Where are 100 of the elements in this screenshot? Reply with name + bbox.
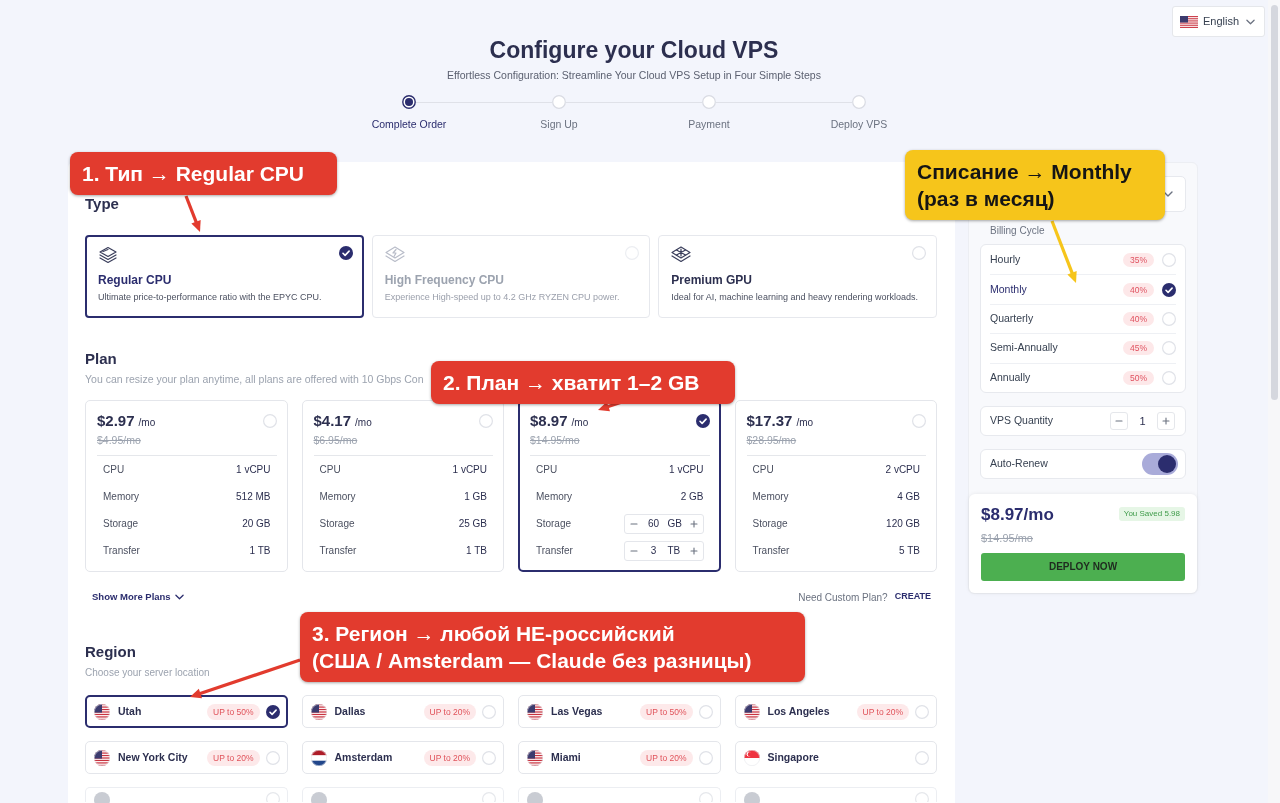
radio-icon[interactable] bbox=[698, 750, 713, 765]
check-icon[interactable] bbox=[695, 414, 710, 428]
spec-label: CPU bbox=[103, 463, 125, 477]
radio-icon[interactable] bbox=[1162, 311, 1176, 326]
spec-value: 25 GB bbox=[458, 517, 487, 531]
type-option-card[interactable]: Premium GPU Ideal for AI, machine learning and heavy rendering workloads. bbox=[658, 235, 937, 318]
spec-value: 2 vCPU bbox=[885, 463, 920, 477]
price-period: /mo bbox=[571, 416, 589, 430]
region-card[interactable]: Miami UP to 20% bbox=[518, 741, 721, 774]
chevron-down-icon bbox=[174, 594, 184, 600]
step-label: Complete Order bbox=[371, 117, 447, 131]
radio-icon[interactable] bbox=[262, 414, 277, 428]
savings-badge: You Saved 5.98 bbox=[1118, 506, 1185, 521]
discount-badge: UP to 20% bbox=[856, 703, 909, 720]
plus-icon[interactable] bbox=[1162, 416, 1170, 425]
old-price: $6.95/mo bbox=[313, 433, 358, 447]
old-price: $14.95/mo bbox=[981, 530, 1033, 545]
radio-icon[interactable] bbox=[479, 414, 493, 428]
language-selector[interactable]: English bbox=[1172, 6, 1265, 37]
spec-value: 1 vCPU bbox=[236, 463, 271, 477]
plan-card[interactable]: $17.37 /mo $28.95/mo CPU 2 vCPU Memory 4 GB Storage 120 GB Transfer 5 TB bbox=[734, 400, 937, 572]
stepper-field[interactable]: 60 GB bbox=[623, 513, 704, 534]
flag-icon bbox=[743, 703, 760, 720]
spec-value: 1 TB bbox=[249, 544, 271, 558]
radio-icon[interactable] bbox=[915, 750, 929, 765]
radio-icon[interactable] bbox=[265, 750, 280, 765]
show-more-plans-link[interactable]: Show More Plans bbox=[92, 589, 184, 605]
step-label: Payment bbox=[688, 117, 730, 131]
discount-badge: UP to 20% bbox=[423, 749, 476, 766]
flag-icon bbox=[94, 749, 110, 766]
radio-icon[interactable] bbox=[912, 414, 926, 428]
spec-label: Transfer bbox=[103, 544, 140, 558]
toggle-switch[interactable] bbox=[1142, 452, 1178, 475]
plus-icon[interactable] bbox=[689, 519, 698, 528]
flag-icon bbox=[94, 703, 110, 720]
annotation-tooltip: Списание → Monthly (раз в месяц) bbox=[905, 150, 1165, 220]
quantity-input[interactable]: 1 bbox=[1128, 412, 1157, 430]
radio-icon[interactable] bbox=[482, 750, 496, 765]
radio-icon[interactable] bbox=[912, 246, 926, 260]
billing-cycle-label[interactable]: Hourly bbox=[990, 251, 1021, 268]
spec-label: Storage bbox=[752, 517, 788, 531]
annotation-arrow bbox=[1050, 220, 1077, 283]
radio-icon[interactable] bbox=[915, 704, 929, 719]
step-label: Sign Up bbox=[540, 117, 578, 131]
spec-value: 5 TB bbox=[899, 544, 920, 558]
annotation-tooltip: 3. Регион → любой НЕ-российский (США / Amsterdam — Claude без разницы) bbox=[300, 612, 805, 682]
billing-cycle-label[interactable]: Quarterly bbox=[990, 311, 1034, 327]
spec-label: Memory bbox=[319, 490, 356, 504]
check-icon[interactable] bbox=[1162, 282, 1176, 297]
option-title: High Frequency CPU bbox=[384, 272, 504, 288]
field-label: Billing Cycle bbox=[990, 224, 1045, 238]
radio-icon[interactable] bbox=[698, 704, 713, 719]
price-period: /mo bbox=[796, 416, 814, 430]
type-option-card[interactable]: Regular CPU Ultimate price-to-performance ratio with the EPYC CPU. bbox=[85, 235, 364, 318]
scrollbar-thumb[interactable] bbox=[1270, 5, 1278, 400]
region-card[interactable]: Utah UP to 50% bbox=[85, 695, 288, 728]
section-subtitle: You can resize your plan anytime, all plans are offered with 10 Gbps Con bbox=[85, 372, 424, 386]
old-price: $28.95/mo bbox=[746, 433, 797, 447]
annotation-tooltip: 2. План → хватит 1–2 GB bbox=[431, 361, 735, 404]
annotation-arrow bbox=[184, 195, 201, 232]
deploy-button[interactable]: DEPLOY NOW bbox=[981, 552, 1185, 581]
check-icon[interactable] bbox=[338, 246, 353, 260]
flag-icon bbox=[743, 749, 760, 766]
discount-badge: UP to 50% bbox=[640, 703, 693, 720]
increment-button[interactable] bbox=[1157, 411, 1175, 430]
stepper-field[interactable]: 3 TB bbox=[623, 540, 704, 561]
region-card[interactable]: Dallas UP to 20% bbox=[301, 695, 504, 728]
create-link[interactable]: CREATE bbox=[894, 590, 931, 604]
radio-icon[interactable] bbox=[1162, 252, 1176, 267]
region-card[interactable]: New York City UP to 20% bbox=[85, 741, 288, 774]
radio-icon[interactable] bbox=[482, 704, 496, 719]
spec-label: Transfer bbox=[536, 544, 573, 558]
region-card[interactable]: Los Angeles UP to 20% bbox=[734, 695, 937, 728]
radio-icon[interactable] bbox=[1162, 341, 1176, 356]
region-card[interactable]: Las Vegas UP to 50% bbox=[518, 695, 721, 728]
region-card[interactable]: Amsterdam UP to 20% bbox=[301, 741, 504, 774]
region-name: Miami bbox=[551, 749, 581, 765]
billing-cycle-label[interactable]: Monthly bbox=[990, 281, 1027, 298]
auto-renew-label: Auto-Renew bbox=[990, 456, 1048, 472]
spec-value: 2 GB bbox=[680, 490, 704, 504]
fan-icon bbox=[671, 246, 692, 264]
radio-icon[interactable] bbox=[1162, 370, 1176, 385]
bolt-icon bbox=[384, 246, 405, 264]
plan-price: $8.97 bbox=[530, 411, 568, 431]
check-icon[interactable] bbox=[265, 704, 280, 719]
decrement-button[interactable] bbox=[1110, 411, 1128, 430]
region-name: Utah bbox=[118, 703, 142, 719]
plan-card[interactable]: $4.17 /mo $6.95/mo CPU 1 vCPU Memory 1 GB Storage 25 GB Transfer 1 TB bbox=[301, 400, 504, 572]
section-heading: Region bbox=[85, 642, 136, 662]
plan-card[interactable]: $2.97 /mo $4.95/mo CPU 1 vCPU Memory 512 MB Storage 20 GB Transfer 1 TB bbox=[85, 400, 288, 572]
discount-badge: 40% bbox=[1123, 311, 1154, 326]
spec-label: Storage bbox=[536, 517, 572, 531]
plus-icon[interactable] bbox=[689, 546, 698, 555]
billing-cycle-label[interactable]: Semi-Annually bbox=[990, 340, 1058, 357]
chevron-down-icon bbox=[1246, 18, 1255, 25]
discount-badge: UP to 20% bbox=[640, 749, 693, 766]
scrollbar-track[interactable] bbox=[1268, 0, 1280, 803]
spec-label: CPU bbox=[752, 463, 774, 477]
billing-cycle-label[interactable]: Annually bbox=[990, 369, 1031, 386]
region-card[interactable]: Singapore bbox=[734, 741, 937, 774]
